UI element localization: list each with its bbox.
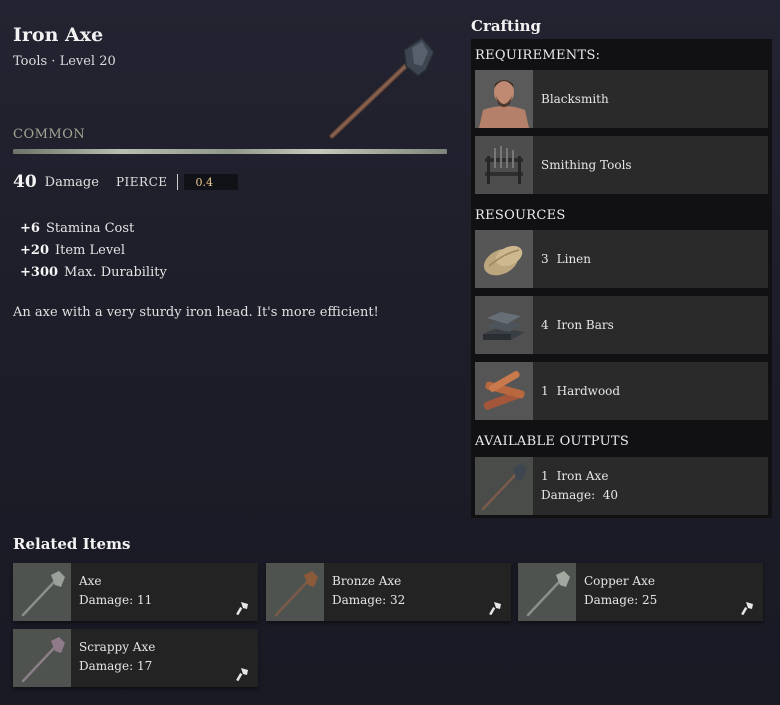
- resource-name: Linen: [556, 251, 592, 266]
- iron-axe-icon: [322, 36, 446, 142]
- damage-divider: [176, 174, 178, 190]
- resources-label: RESOURCES: [475, 208, 566, 223]
- item-level: Level 20: [59, 54, 116, 69]
- related-item-bronze-axe[interactable]: Bronze Axe Damage: 32: [266, 563, 511, 621]
- damage-type: PIERCE: [115, 175, 168, 189]
- related-item-copper-axe[interactable]: Copper Axe Damage: 25: [518, 563, 763, 621]
- requirement-name: Smithing Tools: [541, 157, 632, 172]
- resource-qty: 3: [541, 251, 549, 266]
- rarity-label: COMMON: [13, 127, 86, 142]
- output-qty: 1: [541, 469, 549, 483]
- related-item-name: Scrappy Axe: [79, 640, 156, 654]
- stat-row: +6 Stamina Cost: [20, 220, 167, 242]
- axe-type-icon: [236, 602, 248, 615]
- damage-label: Damage:: [584, 593, 639, 607]
- crafting-title: Crafting: [471, 17, 542, 35]
- related-item-text: Scrappy Axe Damage: 17: [79, 629, 155, 687]
- damage-label: Damage:: [79, 593, 134, 607]
- resource-text: 4 Iron Bars: [541, 316, 614, 335]
- damage-value: 32: [389, 593, 406, 607]
- damage-label: Damage:: [79, 659, 134, 673]
- requirements-label: REQUIREMENTS:: [475, 48, 601, 63]
- stat-label: Max. Durability: [64, 265, 167, 280]
- outputs-label: AVAILABLE OUTPUTS: [475, 434, 630, 449]
- related-item-axe[interactable]: Axe Damage: 11: [13, 563, 258, 621]
- related-item-name: Copper Axe: [584, 574, 655, 588]
- related-item-name: Axe: [79, 574, 102, 588]
- stat-label: Stamina Cost: [45, 221, 135, 236]
- damage-label: Damage:: [332, 593, 387, 607]
- resource-name: Hardwood: [556, 383, 621, 398]
- axe-type-icon: [489, 602, 501, 615]
- item-header: Iron Axe Tools · Level 20: [13, 24, 116, 69]
- related-item-damage: Damage: 32: [332, 591, 405, 610]
- linen-icon: [475, 230, 533, 288]
- resource-text: 1 Hardwood: [541, 382, 620, 401]
- blacksmith-portrait-icon: [475, 70, 533, 128]
- damage-value: 11: [136, 593, 153, 607]
- output-name-line: 1 Iron Axe: [541, 467, 618, 486]
- output-damage-label: Damage:: [541, 488, 596, 502]
- resource-text: 3 Linen: [541, 250, 591, 269]
- iron-axe-icon: [475, 457, 533, 515]
- output-damage-line: Damage: 40: [541, 486, 618, 505]
- damage-value: 17: [136, 659, 153, 673]
- stat-list: +6 Stamina Cost +20 Item Level +300 Max. Du…: [20, 220, 167, 286]
- damage-type-value: 0.4: [183, 174, 238, 190]
- output-text: 1 Iron Axe Damage: 40: [541, 467, 618, 505]
- related-item-text: Axe Damage: 11: [79, 563, 152, 621]
- requirement-blacksmith[interactable]: Blacksmith: [475, 70, 768, 128]
- output-iron-axe[interactable]: 1 Iron Axe Damage: 40: [475, 457, 768, 515]
- resource-linen[interactable]: 3 Linen: [475, 230, 768, 288]
- hardwood-icon: [475, 362, 533, 420]
- stat-row: +20 Item Level: [20, 242, 167, 264]
- related-item-text: Bronze Axe Damage: 32: [332, 563, 405, 621]
- axe-type-icon: [236, 668, 248, 681]
- stat-row: +300 Max. Durability: [20, 264, 167, 286]
- crafting-panel: REQUIREMENTS: Blacksmith Smithing Tools …: [471, 39, 772, 518]
- item-title: Iron Axe: [13, 24, 104, 46]
- related-item-damage: Damage: 25: [584, 591, 657, 610]
- damage-value: 25: [641, 593, 658, 607]
- requirement-name: Blacksmith: [541, 91, 609, 106]
- bronze-axe-icon: [266, 563, 324, 621]
- stat-value: +300: [20, 265, 59, 280]
- stat-value: +6: [20, 221, 40, 236]
- related-item-name: Bronze Axe: [332, 574, 402, 588]
- item-description: An axe with a very sturdy iron head. It'…: [13, 305, 379, 320]
- resource-qty: 4: [541, 317, 549, 332]
- item-subtitle: Tools · Level 20: [13, 54, 116, 69]
- rarity-bar: [13, 149, 447, 154]
- smithing-tools-icon: [475, 136, 533, 194]
- damage-row: 40 Damage PIERCE 0.4: [13, 172, 238, 192]
- axe-type-icon: [741, 602, 753, 615]
- iron-bars-icon: [475, 296, 533, 354]
- damage-value: 40: [13, 172, 37, 192]
- resource-name: Iron Bars: [556, 317, 614, 332]
- copper-axe-icon: [518, 563, 576, 621]
- stat-label: Item Level: [54, 243, 126, 258]
- related-item-damage: Damage: 11: [79, 591, 152, 610]
- related-item-text: Copper Axe Damage: 25: [584, 563, 657, 621]
- related-item-damage: Damage: 17: [79, 657, 155, 676]
- item-category: Tools: [13, 54, 48, 69]
- resource-iron-bars[interactable]: 4 Iron Bars: [475, 296, 768, 354]
- output-name: Iron Axe: [556, 469, 609, 483]
- requirement-smithing-tools[interactable]: Smithing Tools: [475, 136, 768, 194]
- related-items-title: Related Items: [13, 535, 131, 553]
- damage-label: Damage: [44, 174, 99, 190]
- resource-hardwood[interactable]: 1 Hardwood: [475, 362, 768, 420]
- scrappy-axe-icon: [13, 629, 71, 687]
- resource-qty: 1: [541, 383, 549, 398]
- related-item-scrappy-axe[interactable]: Scrappy Axe Damage: 17: [13, 629, 258, 687]
- stat-value: +20: [20, 243, 49, 258]
- axe-icon: [13, 563, 71, 621]
- output-damage-value: 40: [602, 488, 619, 502]
